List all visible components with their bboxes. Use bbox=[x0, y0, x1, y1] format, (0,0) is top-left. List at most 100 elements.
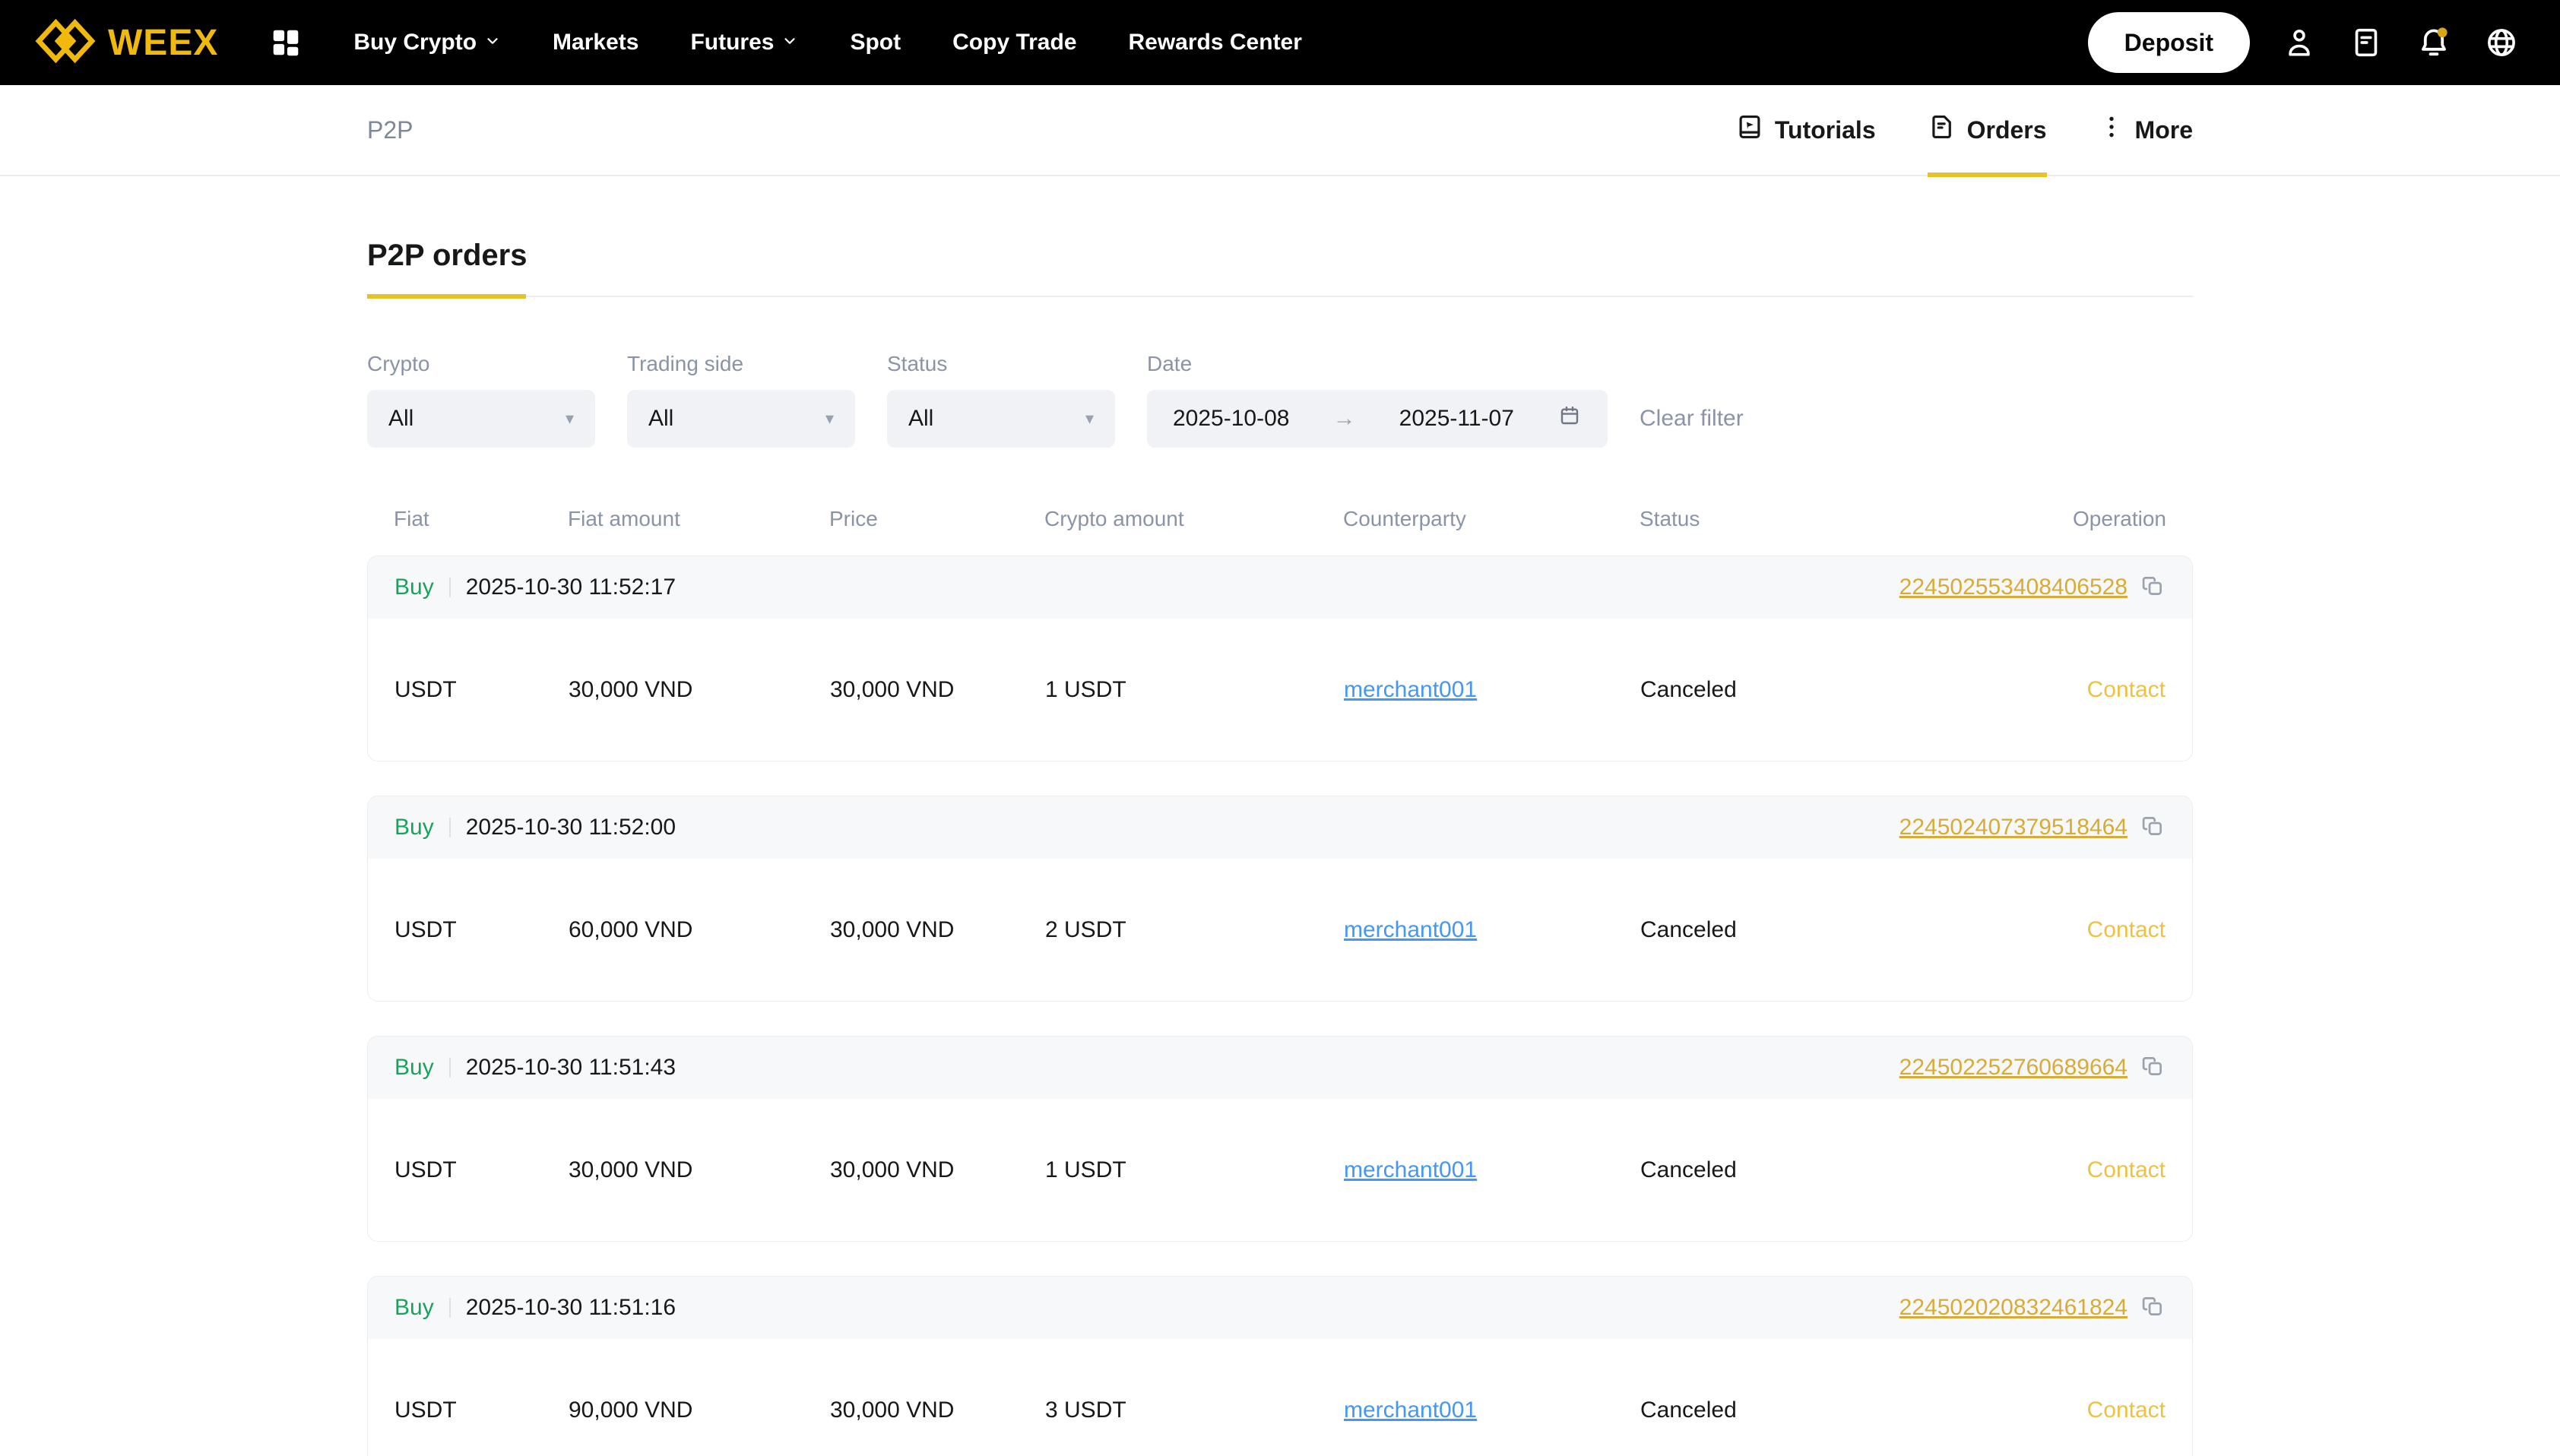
order-crypto-amount: 2 USDT bbox=[1045, 916, 1126, 942]
main-nav: Buy Crypto Markets Futures Spot Copy Tra… bbox=[353, 30, 1302, 55]
filters-bar: Crypto All ▾ Trading side All ▾ Status A… bbox=[367, 352, 2193, 448]
order-card: Buy 2025-10-30 11:51:16 2245020208324618… bbox=[367, 1276, 2193, 1456]
profile-icon[interactable] bbox=[2282, 25, 2317, 60]
order-fiat-amount: 30,000 VND bbox=[569, 1157, 693, 1182]
nav-futures[interactable]: Futures bbox=[690, 30, 798, 55]
order-price: 30,000 VND bbox=[830, 1157, 955, 1182]
order-side-badge: Buy bbox=[394, 574, 434, 600]
order-fiat: USDT bbox=[394, 1157, 457, 1182]
nav-label: Rewards Center bbox=[1128, 30, 1302, 55]
trading-side-select[interactable]: All ▾ bbox=[627, 390, 855, 448]
filter-trading-side: Trading side All ▾ bbox=[627, 352, 855, 448]
caret-down-icon: ▾ bbox=[825, 409, 834, 428]
order-crypto-amount: 1 USDT bbox=[1045, 1157, 1126, 1182]
order-id-link[interactable]: 224502553408406528 bbox=[1899, 574, 2128, 600]
col-header-status: Status bbox=[1640, 507, 1700, 530]
contact-link[interactable]: Contact bbox=[2087, 917, 2166, 942]
order-timestamp: 2025-10-30 11:51:16 bbox=[465, 1295, 676, 1320]
status-select-value: All bbox=[908, 406, 934, 431]
sub-header-tabs: Tutorials Orders More bbox=[1735, 84, 2193, 177]
col-header-counterparty: Counterparty bbox=[1343, 507, 1466, 530]
notification-bell-icon[interactable] bbox=[2416, 24, 2452, 61]
filter-label: Date bbox=[1147, 352, 1193, 375]
order-id-link[interactable]: 224502020832461824 bbox=[1899, 1295, 2128, 1321]
contact-link[interactable]: Contact bbox=[2087, 1397, 2166, 1423]
order-side-badge: Buy bbox=[394, 1055, 434, 1080]
tab-orders[interactable]: Orders bbox=[1927, 84, 2047, 177]
filter-label-spacer bbox=[1640, 352, 1744, 376]
status-select[interactable]: All ▾ bbox=[887, 390, 1115, 448]
breadcrumb: P2P bbox=[367, 116, 413, 144]
nav-markets[interactable]: Markets bbox=[553, 30, 638, 55]
nav-buy-crypto[interactable]: Buy Crypto bbox=[353, 30, 501, 55]
arrow-right-icon: → bbox=[1332, 406, 1356, 431]
weex-diamond-icon bbox=[33, 17, 97, 68]
order-side-badge: Buy bbox=[394, 1295, 434, 1320]
chevron-down-icon bbox=[484, 30, 501, 55]
counterparty-link[interactable]: merchant001 bbox=[1344, 917, 1477, 942]
order-card-body: USDT 60,000 VND 30,000 VND 2 USDT mercha… bbox=[368, 859, 2192, 1001]
document-icon[interactable] bbox=[2349, 25, 2384, 60]
nav-label: Buy Crypto bbox=[353, 30, 477, 55]
caret-down-icon: ▾ bbox=[1085, 409, 1094, 428]
tutorials-book-icon bbox=[1735, 112, 1764, 147]
counterparty-link[interactable]: merchant001 bbox=[1344, 1157, 1477, 1182]
tab-tutorials[interactable]: Tutorials bbox=[1735, 84, 1876, 176]
copy-icon[interactable] bbox=[2140, 1293, 2166, 1323]
divider bbox=[448, 578, 451, 597]
order-status: Canceled bbox=[1640, 676, 1737, 702]
globe-language-icon[interactable] bbox=[2484, 25, 2519, 60]
divider bbox=[448, 1298, 451, 1318]
date-range-picker[interactable]: 2025-10-08 → 2025-11-07 bbox=[1147, 390, 1608, 448]
order-timestamp: 2025-10-30 11:51:43 bbox=[465, 1055, 676, 1080]
filter-crypto: Crypto All ▾ bbox=[367, 352, 595, 448]
col-header-fiat: Fiat bbox=[394, 507, 429, 530]
order-status: Canceled bbox=[1640, 1157, 1737, 1182]
caret-down-icon: ▾ bbox=[565, 409, 574, 428]
counterparty-link[interactable]: merchant001 bbox=[1344, 677, 1477, 702]
orders-table-header: Fiat Fiat amount Price Crypto amount Cou… bbox=[367, 507, 2193, 531]
copy-icon[interactable] bbox=[2140, 1053, 2166, 1083]
contact-link[interactable]: Contact bbox=[2087, 677, 2166, 702]
order-id-link[interactable]: 224502407379518464 bbox=[1899, 815, 2128, 840]
chevron-down-icon bbox=[781, 30, 798, 55]
weex-wordmark: WEEX bbox=[108, 22, 219, 63]
copy-icon[interactable] bbox=[2140, 813, 2166, 843]
nav-copy-trade[interactable]: Copy Trade bbox=[952, 30, 1076, 55]
col-header-fiat-amount: Fiat amount bbox=[568, 507, 680, 530]
order-fiat: USDT bbox=[394, 676, 457, 702]
apps-grid-icon[interactable] bbox=[268, 25, 303, 60]
p2p-orders-page: P2P orders Crypto All ▾ Trading side All… bbox=[0, 239, 2560, 1456]
weex-logo[interactable]: WEEX bbox=[33, 17, 218, 68]
tab-label: Tutorials bbox=[1774, 116, 1876, 144]
counterparty-link[interactable]: merchant001 bbox=[1344, 1397, 1477, 1423]
order-card-header: Buy 2025-10-30 11:51:43 2245022527606896… bbox=[368, 1037, 2192, 1099]
divider bbox=[448, 818, 451, 837]
top-nav-right: Deposit bbox=[2087, 12, 2519, 73]
top-nav: WEEX Buy Crypto Markets Futures Spot Cop… bbox=[0, 0, 2560, 85]
crypto-select[interactable]: All ▾ bbox=[367, 390, 595, 448]
order-card-header: Buy 2025-10-30 11:52:17 2245025534084065… bbox=[368, 556, 2192, 619]
filter-label: Crypto bbox=[367, 352, 430, 375]
col-header-operation: Operation bbox=[2073, 507, 2166, 530]
order-status: Canceled bbox=[1640, 916, 1737, 942]
divider bbox=[448, 1058, 451, 1078]
order-crypto-amount: 1 USDT bbox=[1045, 676, 1126, 702]
order-id-link[interactable]: 224502252760689664 bbox=[1899, 1055, 2128, 1081]
contact-link[interactable]: Contact bbox=[2087, 1157, 2166, 1182]
tab-more[interactable]: More bbox=[2099, 84, 2193, 176]
copy-icon[interactable] bbox=[2140, 573, 2166, 603]
deposit-button[interactable]: Deposit bbox=[2087, 12, 2250, 73]
order-fiat: USDT bbox=[394, 916, 457, 942]
clear-filter-button[interactable]: Clear filter bbox=[1640, 390, 1744, 448]
nav-spot[interactable]: Spot bbox=[850, 30, 901, 55]
order-card-body: USDT 90,000 VND 30,000 VND 3 USDT mercha… bbox=[368, 1339, 2192, 1456]
tab-label: More bbox=[2134, 116, 2193, 144]
nav-rewards-center[interactable]: Rewards Center bbox=[1129, 30, 1302, 55]
order-fiat-amount: 90,000 VND bbox=[569, 1397, 693, 1423]
date-to-value: 2025-11-07 bbox=[1399, 406, 1514, 431]
col-header-price: Price bbox=[829, 507, 878, 530]
nav-label: Copy Trade bbox=[952, 30, 1077, 55]
page-sub-header: P2P Tutorials Orders More bbox=[0, 84, 2560, 177]
tab-label: Orders bbox=[1966, 116, 2047, 144]
